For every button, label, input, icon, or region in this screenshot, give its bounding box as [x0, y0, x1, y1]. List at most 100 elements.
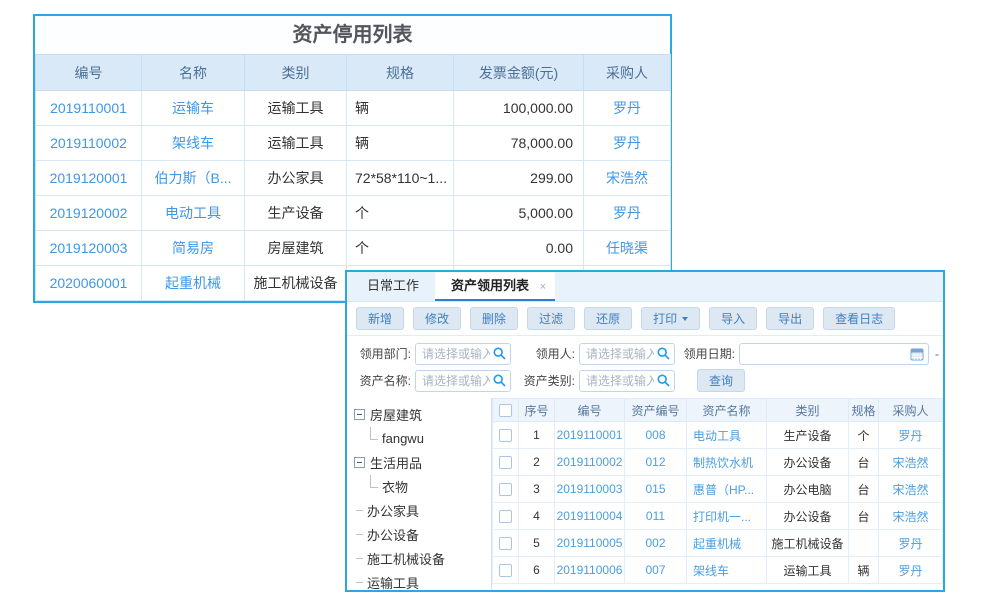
cell[interactable]: 电动工具	[687, 422, 767, 449]
tree-node[interactable]: 运输工具	[349, 570, 489, 590]
row-checkbox[interactable]	[499, 429, 512, 442]
cell[interactable]: 2019110003	[555, 476, 625, 503]
cell[interactable]: 007	[625, 557, 687, 584]
cell: 辆	[347, 126, 454, 161]
cell[interactable]: 012	[625, 449, 687, 476]
toolbar-button[interactable]: 还原	[584, 307, 632, 330]
cell[interactable]: 011	[625, 503, 687, 530]
search-icon[interactable]	[657, 347, 670, 360]
tree-node[interactable]: 办公家具	[349, 498, 489, 522]
cell: 个	[347, 231, 454, 266]
column-header: 规格	[849, 399, 879, 422]
search-icon[interactable]	[493, 374, 506, 387]
cell[interactable]: 电动工具	[142, 196, 245, 231]
cell[interactable]: 015	[625, 476, 687, 503]
toolbar-button[interactable]: 打印	[641, 307, 700, 330]
requisition-table-wrap: 序号编号资产编号资产名称类别规格采购人 12019110001008电动工具生产…	[492, 398, 943, 590]
cell: 6	[519, 557, 555, 584]
column-header: 资产名称	[687, 399, 767, 422]
cell[interactable]: 2019110002	[555, 449, 625, 476]
toolbar-button[interactable]: 新增	[356, 307, 404, 330]
search-row-2: 资产名称: 资产类别: 查询	[355, 367, 943, 394]
row-checkbox[interactable]	[499, 537, 512, 550]
cell[interactable]: 2019120001	[36, 161, 142, 196]
cell[interactable]: 罗丹	[879, 557, 943, 584]
toolbar-button-label: 还原	[596, 310, 620, 327]
cell: 78,000.00	[454, 126, 584, 161]
toolbar-button[interactable]: 导出	[766, 307, 814, 330]
row-checkbox[interactable]	[499, 456, 512, 469]
date-from-wrap	[739, 343, 929, 365]
cell[interactable]: 运输车	[142, 91, 245, 126]
calendar-icon[interactable]	[910, 347, 924, 361]
cell[interactable]: 任晓渠	[584, 231, 671, 266]
search-icon[interactable]	[657, 374, 670, 387]
cell[interactable]: 架线车	[142, 126, 245, 161]
cell[interactable]: 罗丹	[879, 422, 943, 449]
toolbar-button[interactable]: 查看日志	[823, 307, 895, 330]
collapse-icon[interactable]	[354, 409, 365, 420]
cell[interactable]: 宋浩然	[584, 161, 671, 196]
date-from-input[interactable]	[739, 343, 929, 365]
cell: 施工机械设备	[767, 530, 849, 557]
column-header: 编号	[555, 399, 625, 422]
cell[interactable]: 宋浩然	[879, 449, 943, 476]
toolbar-button[interactable]: 删除	[470, 307, 518, 330]
cell[interactable]: 002	[625, 530, 687, 557]
tree-node[interactable]: fangwu	[349, 426, 489, 450]
cell[interactable]: 架线车	[687, 557, 767, 584]
tree-node[interactable]: 房屋建筑	[349, 402, 489, 426]
cell[interactable]: 2019110005	[555, 530, 625, 557]
tree-node[interactable]: 施工机械设备	[349, 546, 489, 570]
search-icon[interactable]	[493, 347, 506, 360]
tab-active[interactable]: 资产领用列表×	[435, 272, 555, 301]
table-header-row: 序号编号资产编号资产名称类别规格采购人	[493, 399, 943, 422]
tree-node[interactable]: 衣物	[349, 474, 489, 498]
cell	[493, 530, 519, 557]
table-row: 22019110002012制热饮水机办公设备台宋浩然	[493, 449, 943, 476]
cell[interactable]: 罗丹	[584, 196, 671, 231]
toolbar: 新增修改删除过滤 还原 打印导入导出查看日志	[347, 302, 943, 336]
row-checkbox[interactable]	[499, 483, 512, 496]
cell[interactable]: 2019110004	[555, 503, 625, 530]
cell: 办公设备	[767, 503, 849, 530]
tree-node[interactable]: 办公设备	[349, 522, 489, 546]
cell[interactable]: 起重机械	[142, 266, 245, 301]
table-row: 62019110006007架线车运输工具辆罗丹	[493, 557, 943, 584]
cell[interactable]: 简易房	[142, 231, 245, 266]
search-form: 领用部门: 领用人: 领用日期: -	[347, 336, 943, 398]
toolbar-button[interactable]: 修改	[413, 307, 461, 330]
row-checkbox[interactable]	[499, 564, 512, 577]
cell[interactable]: 2020060001	[36, 266, 142, 301]
cell: 运输工具	[245, 91, 347, 126]
cell[interactable]: 宋浩然	[879, 476, 943, 503]
cell[interactable]: 伯力斯（B...	[142, 161, 245, 196]
cell[interactable]: 2019110002	[36, 126, 142, 161]
tree-node[interactable]: 生活用品	[349, 450, 489, 474]
cell[interactable]: 制热饮水机	[687, 449, 767, 476]
cell[interactable]: 宋浩然	[879, 503, 943, 530]
collapse-icon[interactable]	[354, 457, 365, 468]
tab-item[interactable]: 日常工作	[351, 272, 435, 301]
cell[interactable]: 罗丹	[584, 126, 671, 161]
cell[interactable]: 2019120003	[36, 231, 142, 266]
toolbar-button[interactable]: 导入	[709, 307, 757, 330]
select-all-checkbox[interactable]	[499, 404, 512, 417]
cell[interactable]: 打印机一...	[687, 503, 767, 530]
cell[interactable]: 惠普（HP...	[687, 476, 767, 503]
row-checkbox[interactable]	[499, 510, 512, 523]
toolbar-button[interactable]: 过滤	[527, 307, 575, 330]
cell[interactable]: 罗丹	[879, 530, 943, 557]
cell: 台	[849, 503, 879, 530]
cell[interactable]: 2019110001	[555, 422, 625, 449]
tree-node-label: fangwu	[382, 431, 424, 446]
cell[interactable]: 2019110006	[555, 557, 625, 584]
cell[interactable]: 2019110001	[36, 91, 142, 126]
cell[interactable]: 起重机械	[687, 530, 767, 557]
cell: 办公电脑	[767, 476, 849, 503]
cell[interactable]: 罗丹	[584, 91, 671, 126]
cell[interactable]: 2019120002	[36, 196, 142, 231]
close-icon[interactable]: ×	[540, 273, 546, 301]
cell[interactable]: 008	[625, 422, 687, 449]
query-button[interactable]: 查询	[697, 369, 745, 392]
